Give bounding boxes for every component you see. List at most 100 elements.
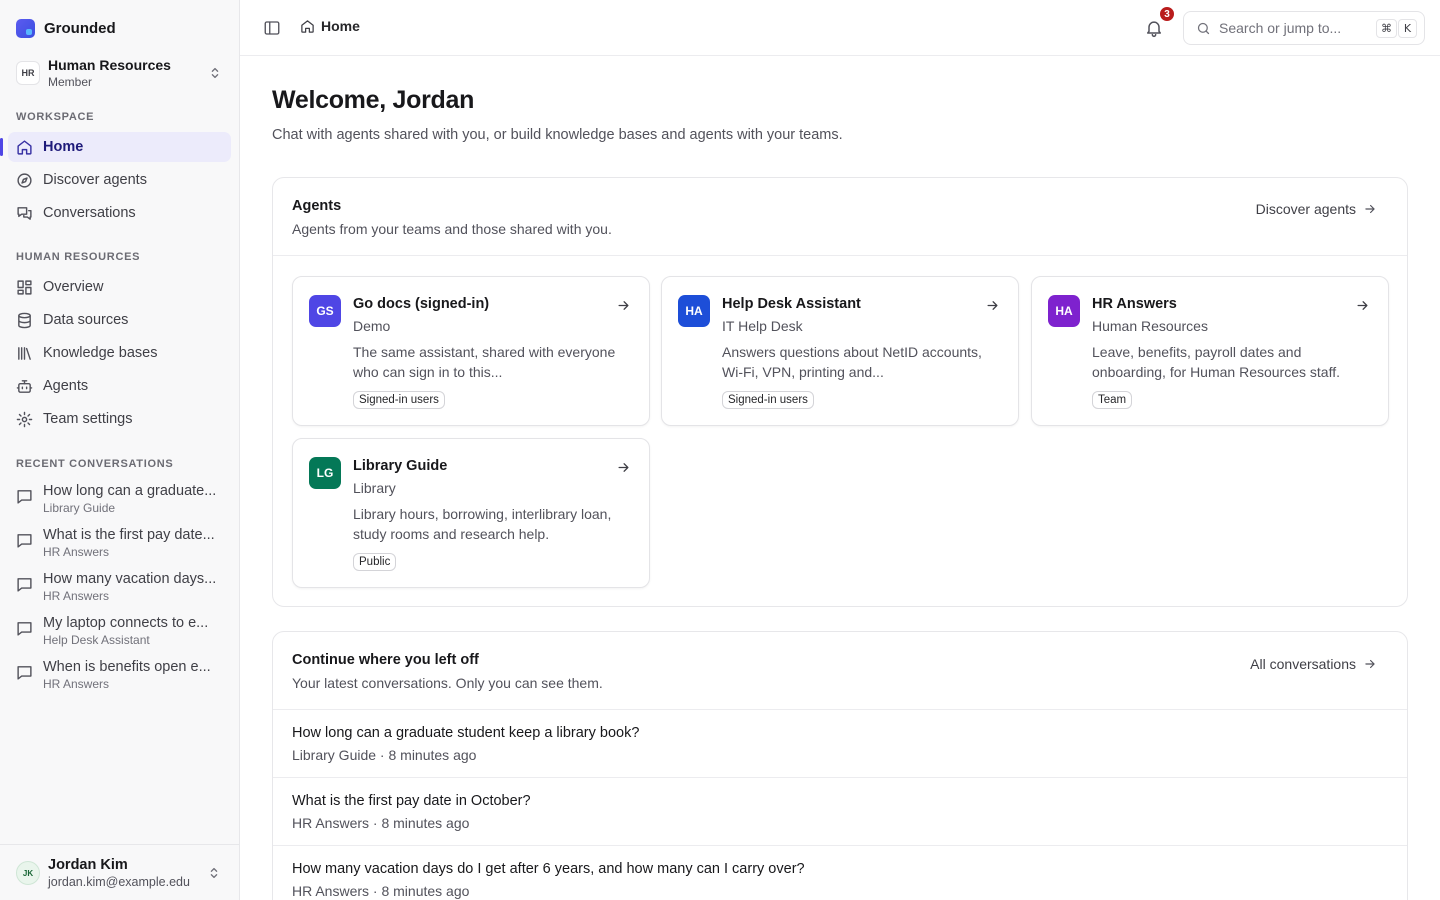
team-switcher[interactable]: HR Human Resources Member [16,56,224,90]
agent-card[interactable]: GS Go docs (signed-in) Demo The same ass… [292,276,650,426]
recent-conversation-agent: Library Guide [43,501,116,515]
search-icon [1197,22,1210,34]
conversation-row[interactable]: How many vacation days do I get after 6 … [273,845,1407,900]
sidebar-item-label: Discover agents [43,172,147,188]
arrow-right-icon [987,301,998,310]
agent-team: Demo [353,318,391,334]
agent-description: The same assistant, shared with everyone… [353,344,616,380]
recent-conversation-item[interactable]: What is the first pay date... HR Answers [16,526,226,564]
brand-logo-icon [16,18,35,38]
sidebar-item-discover-agents[interactable]: Discover agents [8,165,231,195]
arrow-right-icon [1365,204,1375,214]
brand[interactable]: Grounded [16,18,116,38]
visibility-badge: Signed-in users [722,391,814,409]
recent-conversation-item[interactable]: My laptop connects to e... Help Desk Ass… [16,614,226,652]
user-name: Jordan Kim [48,857,128,873]
arrow-right-icon [1357,301,1368,310]
sidebar-toggle-icon[interactable] [263,19,281,37]
sidebar-item-label: Overview [43,279,104,295]
agent-team: Human Resources [1092,318,1208,334]
agent-card[interactable]: HA HR Answers Human Resources Leave, ben… [1031,276,1389,426]
compass-icon [16,172,33,189]
sidebar-item-overview[interactable]: Overview [8,272,231,302]
sidebar-item-team-settings[interactable]: Team settings [8,404,231,434]
agent-card[interactable]: HA Help Desk Assistant IT Help Desk Answ… [661,276,1019,426]
sidebar-item-data-sources[interactable]: Data sources [8,305,231,335]
agents-panel-title: Agents [292,198,342,214]
chat-bubble-icon [16,620,33,637]
recent-conversation-title: When is benefits open e... [43,659,211,675]
database-icon [16,312,33,329]
team-section-label: HUMAN RESOURCES [16,251,141,263]
home-icon [301,19,314,33]
agent-avatar: HA [1048,295,1080,327]
agent-card[interactable]: LG Library Guide Library Library hours, … [292,438,650,588]
workspace-section-label: WORKSPACE [16,111,95,123]
sidebar-item-label: Home [43,139,84,155]
all-conversations-link-label: All conversations [1250,656,1356,672]
recent-conversation-item[interactable]: How long can a graduate... Library Guide [16,482,226,520]
conversation-meta: Library Guide · 8 minutes ago [292,747,477,763]
chevrons-up-down-icon [210,867,218,879]
recent-conversation-item[interactable]: When is benefits open e... HR Answers [16,658,226,696]
conversation-row[interactable]: How long can a graduate student keep a l… [273,710,1407,778]
discover-agents-link[interactable]: Discover agents [1256,201,1377,217]
conversations-panel: Continue where you left off Your latest … [272,631,1408,900]
conversation-meta: HR Answers · 8 minutes ago [292,883,470,899]
gear-icon [16,411,33,428]
recent-conversations-label: RECENT CONVERSATIONS [16,458,174,470]
user-avatar: JK [16,861,40,885]
recent-conversation-agent: HR Answers [43,589,110,603]
agent-team: Library [353,480,396,496]
agents-panel-subtitle: Agents from your teams and those shared … [292,221,612,237]
recent-conversation-agent: Help Desk Assistant [43,633,150,647]
conversations-panel-title: Continue where you left off [292,652,479,668]
sidebar-item-label: Team settings [43,411,133,427]
chevrons-up-down-icon [211,67,219,79]
brand-name: Grounded [44,19,116,37]
chat-bubble-icon [16,532,33,549]
bot-icon [16,378,33,395]
library-icon [16,345,33,362]
breadcrumb[interactable]: Home [300,18,360,34]
agent-description: Leave, benefits, payroll dates and onboa… [1092,344,1340,380]
discover-agents-link-label: Discover agents [1255,201,1356,217]
recent-conversation-agent: HR Answers [43,545,110,559]
sidebar-item-knowledge-bases[interactable]: Knowledge bases [8,338,231,368]
notification-badge: 3 [1158,5,1176,23]
search-box[interactable]: ⌘ K [1183,11,1425,45]
all-conversations-link[interactable]: All conversations [1250,656,1377,672]
sidebar-item-home[interactable]: Home [0,132,231,162]
agent-avatar: LG [309,457,341,489]
search-input[interactable] [1219,20,1369,36]
team-name: Human Resources [48,56,171,73]
agents-panel: Agents Agents from your teams and those … [272,177,1408,607]
visibility-badge: Team [1092,391,1133,409]
recent-conversation-title: How long can a graduate... [43,483,217,499]
recent-conversation-title: What is the first pay date... [43,527,215,543]
topbar: Home 3 ⌘ K [240,0,1440,56]
conversation-title: What is the first pay date in October? [292,793,531,809]
chat-bubble-icon [16,576,33,593]
chat-bubble-icon [16,664,33,681]
user-menu[interactable]: JK Jordan Kim jordan.kim@example.edu [0,844,239,900]
conversation-row[interactable]: What is the first pay date in October? H… [273,777,1407,845]
sidebar-item-conversations[interactable]: Conversations [8,198,231,228]
arrow-right-icon [618,301,629,310]
page-subtitle: Chat with agents shared with you, or bui… [272,127,843,143]
page-title: Welcome, Jordan [272,86,475,114]
recent-conversation-title: How many vacation days... [43,571,217,587]
conversation-meta: HR Answers · 8 minutes ago [292,815,470,831]
agent-description: Library hours, borrowing, interlibrary l… [353,506,612,542]
visibility-badge: Signed-in users [353,391,445,409]
breadcrumb-label: Home [321,18,360,34]
sidebar-item-agents[interactable]: Agents [8,371,231,401]
agent-name: Help Desk Assistant [722,296,861,312]
conversation-title: How long can a graduate student keep a l… [292,725,640,741]
dashboard-grid-icon [16,279,33,296]
chat-bubbles-icon [16,205,33,222]
shortcut-k-key: K [1398,19,1417,38]
home-icon [16,139,33,156]
sidebar-item-label: Conversations [43,205,136,221]
recent-conversation-item[interactable]: How many vacation days... HR Answers [16,570,226,608]
